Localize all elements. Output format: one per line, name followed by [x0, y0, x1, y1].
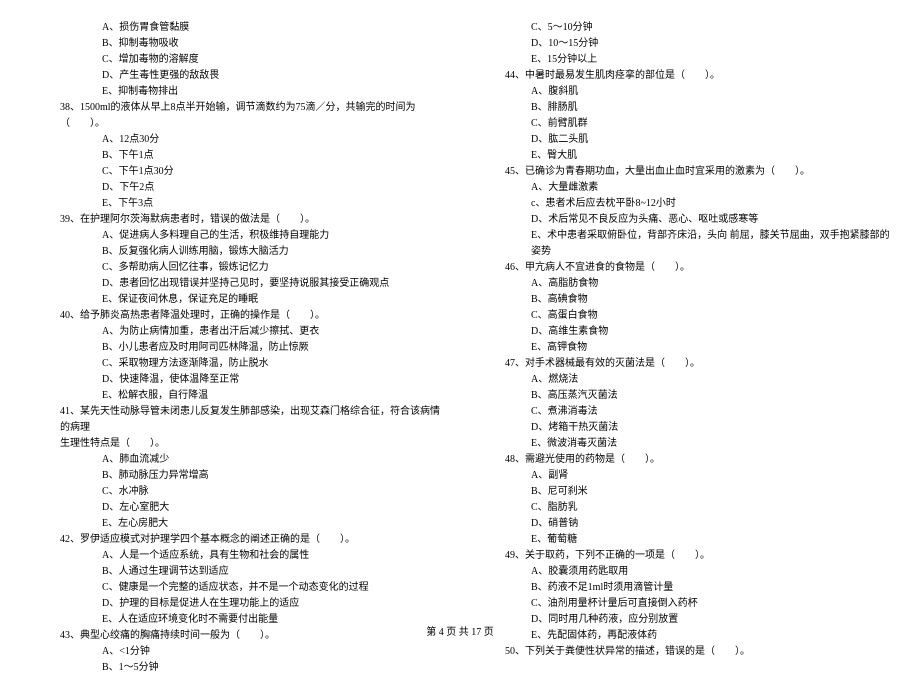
q48-opt-d: D、硝普钠	[475, 516, 890, 532]
q47-opt-b: B、高压蒸汽灭菌法	[475, 388, 890, 404]
q39-opt-a: A、促进病人多料理自己的生活，积极维持自理能力	[30, 228, 445, 244]
q42-opt-a: A、人是一个适应系统，具有生物和社会的属性	[30, 548, 445, 564]
q46-opt-d: D、高维生素食物	[475, 324, 890, 340]
q50-text: 50、下列关于粪便性状异常的描述，错误的是（ ）。	[475, 644, 890, 660]
q40-opt-e: E、松解衣服，自行降温	[30, 388, 445, 404]
q49-opt-c: C、油剂用量杯计量后可直接倒入药杯	[475, 596, 890, 612]
q42-opt-b: B、人通过生理调节达到适应	[30, 564, 445, 580]
q47-text: 47、对手术器械最有效的灭菌法是（ ）。	[475, 356, 890, 372]
q44-opt-a: A、腹斜肌	[475, 84, 890, 100]
q38-opt-e: E、下午3点	[30, 196, 445, 212]
q37-opt-b: B、抑制毒物吸收	[30, 36, 445, 52]
q41-text: 41、某先天性动脉导管未闭患儿反复发生肺部感染，出现艾森门格综合征，符合该病情的…	[30, 404, 445, 436]
q43-opt-d: D、10～15分钟	[475, 36, 890, 52]
page-footer: 第 4 页 共 17 页	[0, 623, 920, 638]
q44-opt-e: E、臀大肌	[475, 148, 890, 164]
q41-opt-e: E、左心房肥大	[30, 516, 445, 532]
q47-opt-c: C、煮沸消毒法	[475, 404, 890, 420]
q47-opt-a: A、燃烧法	[475, 372, 890, 388]
q42-text: 42、罗伊适应模式对护理学四个基本概念的阐述正确的是（ ）。	[30, 532, 445, 548]
q46-opt-b: B、高碘食物	[475, 292, 890, 308]
q46-text: 46、甲亢病人不宜进食的食物是（ ）。	[475, 260, 890, 276]
q49-opt-a: A、胶囊须用药匙取用	[475, 564, 890, 580]
q48-opt-a: A、副肾	[475, 468, 890, 484]
q38-opt-d: D、下午2点	[30, 180, 445, 196]
q47-opt-e: E、微波消毒灭菌法	[475, 436, 890, 452]
q43-opt-a: A、<1分钟	[30, 644, 445, 660]
q42-opt-d: D、护理的目标是促进人在生理功能上的适应	[30, 596, 445, 612]
q38-text: 38、1500ml的液体从早上8点半开始输，调节滴数约为75滴／分，共输完的时间…	[30, 100, 445, 132]
q41-opt-a: A、肺血流减少	[30, 452, 445, 468]
q43-opt-b: B、1～5分钟	[30, 660, 445, 676]
q48-text: 48、需避光使用的药物是（ ）。	[475, 452, 890, 468]
right-column: C、5～10分钟 D、10～15分钟 E、15分钟以上 44、中暑时最易发生肌肉…	[475, 20, 890, 615]
q41-opt-d: D、左心室肥大	[30, 500, 445, 516]
q43-opt-e: E、15分钟以上	[475, 52, 890, 68]
q45-text: 45、已确诊为青春期功血，大量出血止血时宜采用的激素为（ ）。	[475, 164, 890, 180]
q47-opt-d: D、烤箱干热灭菌法	[475, 420, 890, 436]
q44-opt-b: B、腓肠肌	[475, 100, 890, 116]
q45-opt-d: D、术后常见不良反应为头痛、恶心、呕吐或感寒等	[475, 212, 890, 228]
q37-opt-e: E、抑制毒物排出	[30, 84, 445, 100]
q42-opt-c: C、健康是一个完整的适应状态，并不是一个动态变化的过程	[30, 580, 445, 596]
q40-opt-d: D、快速降温，使体温降至正常	[30, 372, 445, 388]
q39-opt-d: D、患者回忆出现错误并坚持己见时，要坚持说服其接受正确观点	[30, 276, 445, 292]
q40-opt-c: C、采取物理方法逐渐降温，防止脱水	[30, 356, 445, 372]
q44-opt-c: C、前臂肌群	[475, 116, 890, 132]
q48-opt-c: C、脂肪乳	[475, 500, 890, 516]
q39-opt-b: B、反复强化病人训练用脑，锻炼大脑活力	[30, 244, 445, 260]
q46-opt-c: C、高蛋白食物	[475, 308, 890, 324]
left-column: A、损伤胃食管黏膜 B、抑制毒物吸收 C、增加毒物的溶解度 D、产生毒性更强的敌…	[30, 20, 445, 615]
q49-opt-b: B、药液不足1ml时须用滴管计量	[475, 580, 890, 596]
q41-text2: 生理性特点是（ ）。	[30, 436, 445, 452]
q41-opt-b: B、肺动脉压力异常增高	[30, 468, 445, 484]
q40-opt-a: A、为防止病情加重，患者出汗后减少擦拭、更衣	[30, 324, 445, 340]
q43-opt-c: C、5～10分钟	[475, 20, 890, 36]
q40-opt-b: B、小儿患者应及时用阿司匹林降温，防止惊厥	[30, 340, 445, 356]
q46-opt-a: A、高脂肪食物	[475, 276, 890, 292]
q39-text: 39、在护理阿尔茨海默病患者时，错误的做法是（ ）。	[30, 212, 445, 228]
q39-opt-e: E、保证夜间休息，保证充足的睡眠	[30, 292, 445, 308]
q38-opt-c: C、下午1点30分	[30, 164, 445, 180]
q37-opt-c: C、增加毒物的溶解度	[30, 52, 445, 68]
q39-opt-c: C、多帮助病人回忆往事，锻炼记忆力	[30, 260, 445, 276]
q48-opt-e: E、葡萄糖	[475, 532, 890, 548]
q45-opt-c: c、患者术后应去枕平卧8~12小时	[475, 196, 890, 212]
q41-opt-c: C、水冲脉	[30, 484, 445, 500]
q45-opt-e: E、术中患者采取俯卧位，背部齐床沿，头向 前屈，膝关节屈曲，双手抱紧膝部的姿势	[475, 228, 890, 260]
q40-text: 40、给予肺炎高热患者降温处理时，正确的操作是（ ）。	[30, 308, 445, 324]
q44-opt-d: D、肱二头肌	[475, 132, 890, 148]
q48-opt-b: B、尼可刹米	[475, 484, 890, 500]
q44-text: 44、中暑时最易发生肌肉痉挛的部位是（ ）。	[475, 68, 890, 84]
q45-opt-a: A、大量雌激素	[475, 180, 890, 196]
q37-opt-d: D、产生毒性更强的敌敌畏	[30, 68, 445, 84]
q49-text: 49、关于取药，下列不正确的一项是（ ）。	[475, 548, 890, 564]
q38-opt-a: A、12点30分	[30, 132, 445, 148]
q38-opt-b: B、下午1点	[30, 148, 445, 164]
q46-opt-e: E、高钾食物	[475, 340, 890, 356]
q37-opt-a: A、损伤胃食管黏膜	[30, 20, 445, 36]
